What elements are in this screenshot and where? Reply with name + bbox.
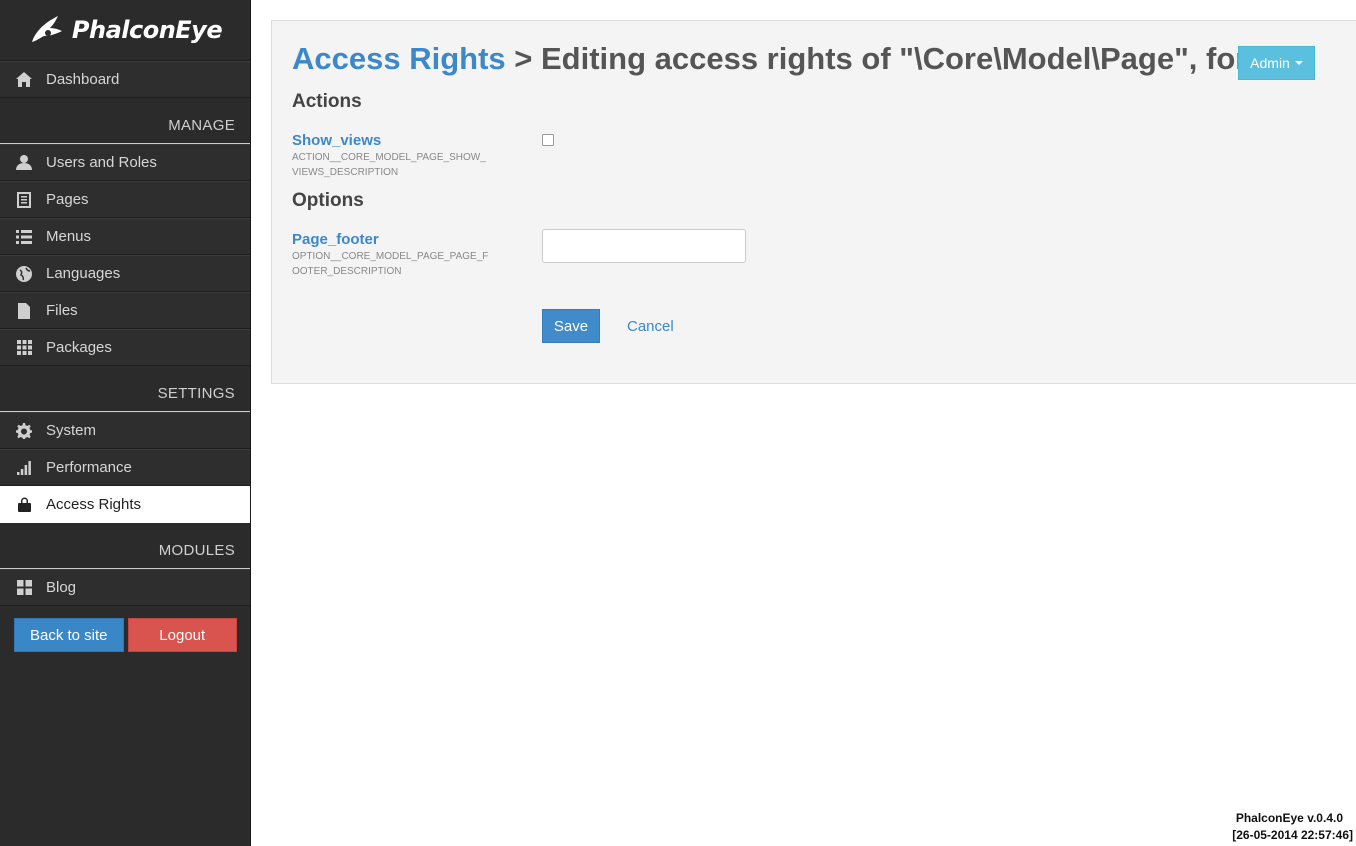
page-footer-input[interactable] bbox=[542, 229, 746, 263]
sidebar-item-blog[interactable]: Blog bbox=[0, 569, 250, 606]
sidebar-item-dashboard[interactable]: Dashboard bbox=[0, 61, 250, 98]
section-heading-modules: MODULES bbox=[0, 523, 250, 569]
role-dropdown-label: Admin bbox=[1250, 55, 1290, 71]
section-heading-settings: SETTINGS bbox=[0, 366, 250, 412]
sidebar-item-label: Performance bbox=[46, 459, 132, 476]
dashboard-tiles-icon bbox=[16, 580, 32, 596]
sidebar-item-label: System bbox=[46, 422, 97, 439]
sidebar-item-menus[interactable]: Menus bbox=[0, 218, 250, 255]
action-description: ACTION__CORE_MODEL_PAGE_SHOW_VIEWS_DESCR… bbox=[292, 152, 486, 178]
list-icon bbox=[16, 229, 32, 245]
sidebar-item-files[interactable]: Files bbox=[0, 292, 250, 329]
options-heading: Options bbox=[292, 190, 364, 211]
sidebar-item-pages[interactable]: Pages bbox=[0, 181, 250, 218]
file-icon bbox=[16, 302, 32, 319]
sidebar-item-label: Languages bbox=[46, 265, 121, 282]
globe-icon bbox=[16, 265, 32, 282]
page-title-text: > Editing access rights of "\Core\Model\… bbox=[505, 41, 1258, 76]
sidebar-item-languages[interactable]: Languages bbox=[0, 255, 250, 292]
logout-button[interactable]: Logout bbox=[127, 618, 237, 652]
sidebar-item-system[interactable]: System bbox=[0, 412, 250, 449]
section-heading-manage: MANAGE bbox=[0, 98, 250, 144]
version-text: PhalconEye v.0.4.0 bbox=[1235, 811, 1343, 825]
cancel-link[interactable]: Cancel bbox=[627, 318, 674, 335]
sidebar-item-access-rights[interactable]: Access Rights bbox=[0, 486, 250, 523]
option-label-page-footer: Page_footer bbox=[292, 231, 379, 248]
back-to-site-button[interactable]: Back to site bbox=[14, 618, 124, 652]
home-icon bbox=[16, 72, 32, 88]
lock-icon bbox=[16, 497, 32, 513]
sidebar-item-label: Packages bbox=[46, 339, 112, 356]
breadcrumb-access-rights-link[interactable]: Access Rights bbox=[292, 41, 506, 76]
page-title: Access Rights > Editing access rights of… bbox=[292, 41, 1258, 77]
sidebar-item-label: Dashboard bbox=[46, 71, 120, 88]
logo-text: PhalconEye bbox=[71, 16, 223, 44]
role-dropdown-button[interactable]: Admin bbox=[1238, 46, 1315, 80]
sidebar-item-label: Access Rights bbox=[46, 496, 142, 513]
version-footer: PhalconEye v.0.4.0 [26-05-2014 22:57:46] bbox=[1232, 810, 1353, 844]
caret-down-icon bbox=[1294, 61, 1303, 65]
user-icon bbox=[16, 155, 32, 171]
sidebar-buttons: Back to site Logout bbox=[0, 606, 250, 652]
sidebar-item-label: Users and Roles bbox=[46, 154, 157, 171]
action-label-show-views: Show_views bbox=[292, 132, 382, 149]
sidebar-item-label: Pages bbox=[46, 191, 89, 208]
gear-icon bbox=[16, 422, 32, 439]
save-button[interactable]: Save bbox=[542, 309, 600, 343]
sidebar-item-packages[interactable]: Packages bbox=[0, 329, 250, 366]
access-rights-form-panel: Access Rights > Editing access rights of… bbox=[271, 20, 1356, 384]
logo[interactable]: PhalconEye bbox=[0, 0, 250, 61]
actions-heading: Actions bbox=[292, 91, 362, 112]
option-description: OPTION__CORE_MODEL_PAGE_PAGE_FOOTER_DESC… bbox=[292, 251, 489, 277]
sidebar-item-label: Blog bbox=[46, 579, 77, 596]
page-icon bbox=[16, 191, 32, 208]
signal-icon bbox=[16, 460, 32, 476]
sidebar-item-performance[interactable]: Performance bbox=[0, 449, 250, 486]
grid-icon bbox=[16, 340, 32, 356]
admin-sidebar: PhalconEye Dashboard MANAGE Users and Ro… bbox=[0, 0, 251, 846]
phalcon-eye-logo-icon bbox=[31, 16, 62, 42]
sidebar-item-users-and-roles[interactable]: Users and Roles bbox=[0, 144, 250, 181]
sidebar-item-label: Menus bbox=[46, 228, 92, 245]
render-timestamp: [26-05-2014 22:57:46] bbox=[1232, 828, 1353, 842]
sidebar-item-label: Files bbox=[46, 302, 78, 319]
show-views-checkbox[interactable] bbox=[542, 134, 554, 146]
